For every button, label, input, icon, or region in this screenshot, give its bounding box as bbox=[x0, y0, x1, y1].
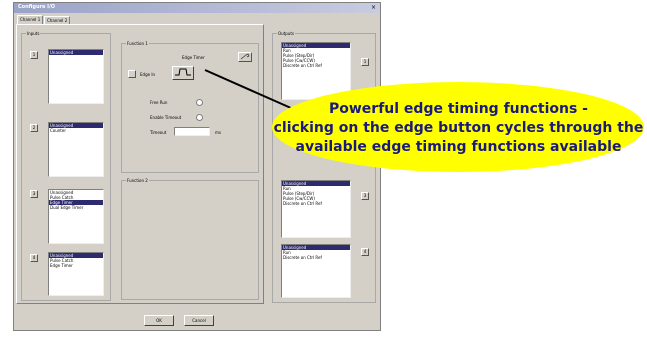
callout-text: Powerful edge timing functions - clickin… bbox=[270, 100, 647, 157]
callout-line-1: Powerful edge timing functions - bbox=[328, 101, 588, 117]
callout-bubble: Powerful edge timing functions - clickin… bbox=[270, 80, 647, 174]
callout-line-3: available edge timing functions availabl… bbox=[295, 139, 622, 155]
callout-line-2: clicking on the edge button cycles throu… bbox=[273, 120, 644, 136]
